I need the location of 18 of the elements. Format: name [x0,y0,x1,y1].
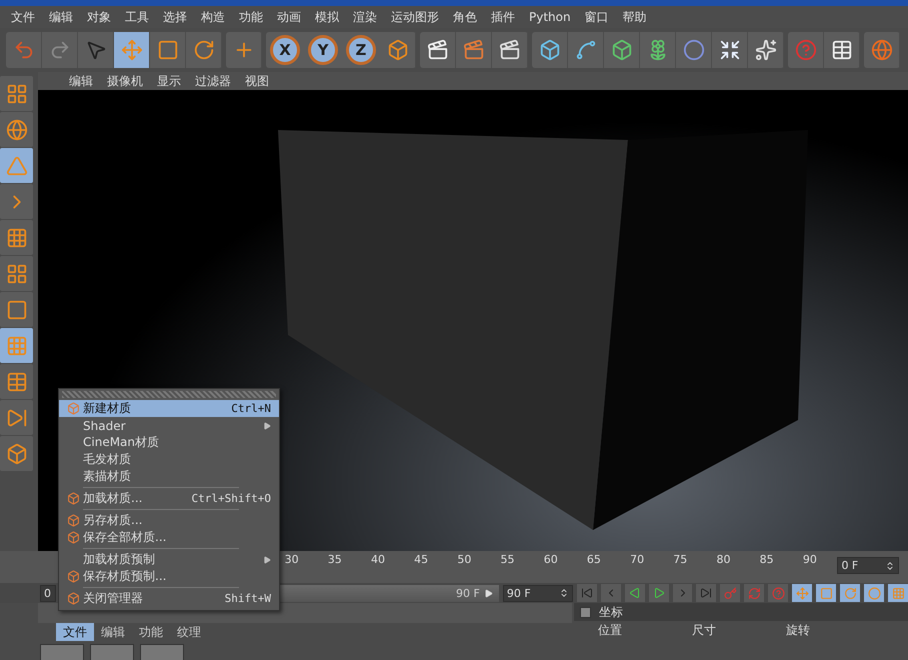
frame-number: 70 [629,552,646,566]
frame-number: 90 [802,552,818,566]
column-heading: 尺寸 [692,622,717,638]
panel-title: 坐标 [599,604,623,620]
frame-number: 75 [672,552,688,566]
frame-number: 50 [456,552,472,566]
frame-number: 45 [413,552,430,566]
frame-number: 40 [370,552,386,566]
frame-number: 85 [758,552,775,566]
frame-number: 30 [284,552,300,566]
frame-number: 55 [500,552,516,566]
column-heading: 旋转 [786,622,811,638]
frame-number: 35 [326,552,343,566]
frame-number: 65 [586,552,602,566]
range-label: 90 F [456,586,480,600]
column-heading: 位置 [598,622,623,638]
frame-number: 60 [542,552,559,566]
frame-number: 80 [715,552,732,566]
